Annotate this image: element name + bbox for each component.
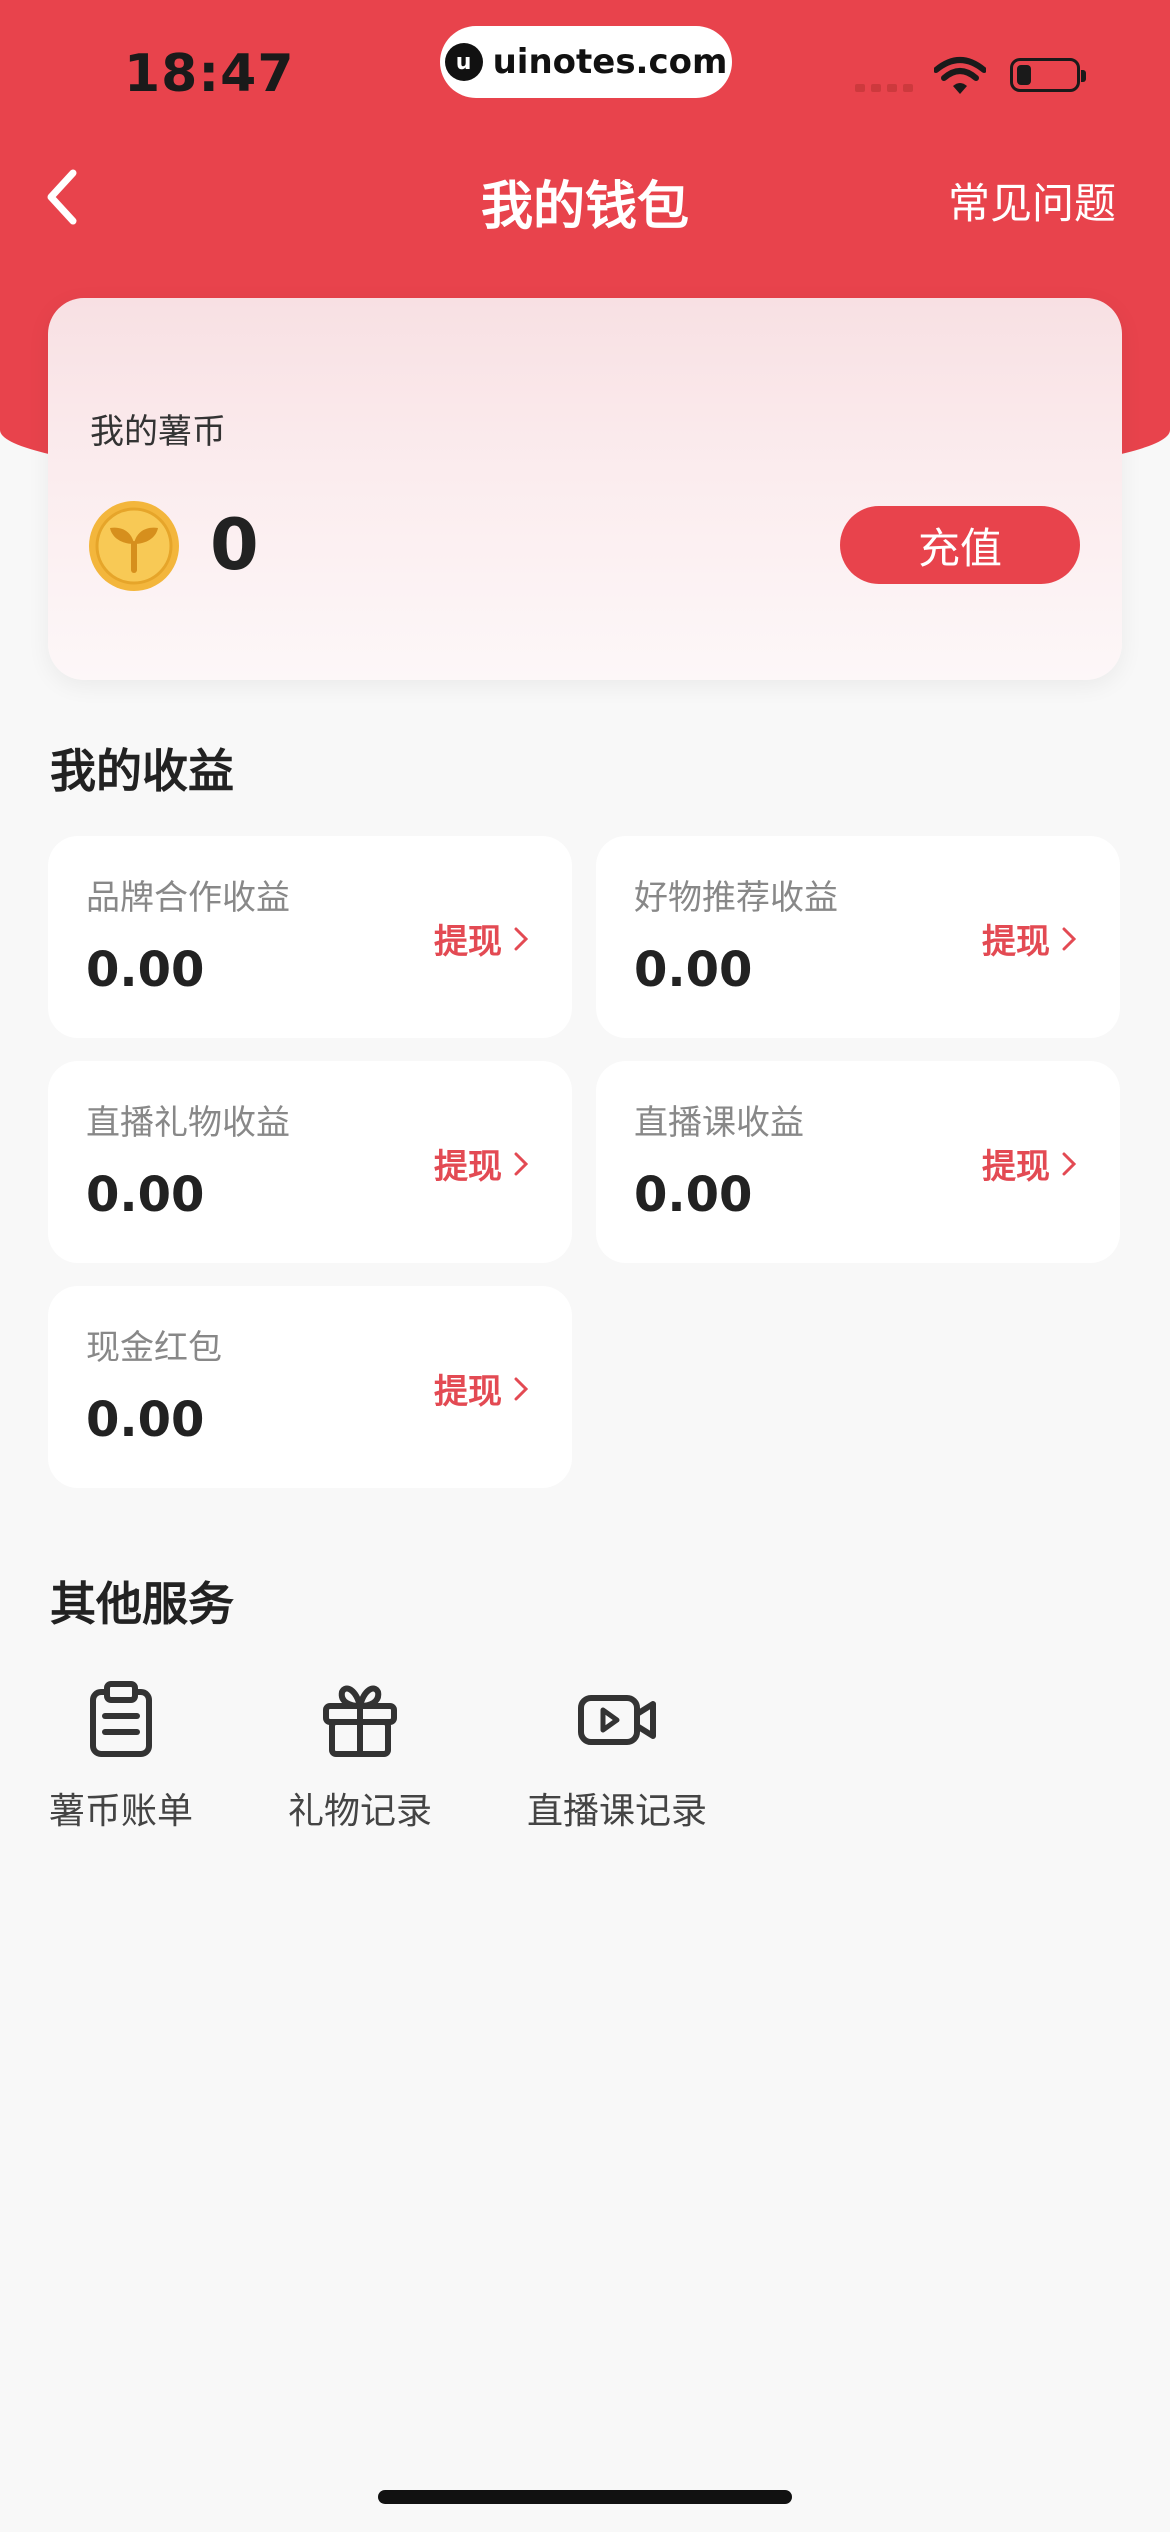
coin-icon: [89, 501, 179, 591]
coin-balance: 0: [210, 504, 259, 586]
earning-card-recommend: 好物推荐收益 0.00 提现: [596, 836, 1120, 1038]
recharge-button[interactable]: 充值: [840, 506, 1080, 584]
status-time: 18:47: [124, 44, 295, 104]
site-logo-icon: u: [444, 43, 483, 81]
earning-card-live-gift: 直播礼物收益 0.00 提现: [48, 1061, 572, 1263]
withdraw-button[interactable]: 提现: [434, 914, 528, 963]
earning-label: 直播礼物收益: [86, 1103, 290, 1143]
chevron-left-icon: [47, 169, 77, 225]
chevron-right-icon: [1062, 1152, 1076, 1175]
chevron-right-icon: [1062, 927, 1076, 950]
earning-label: 直播课收益: [634, 1103, 804, 1143]
withdraw-button[interactable]: 提现: [982, 914, 1076, 963]
earning-label: 好物推荐收益: [634, 878, 838, 918]
withdraw-label: 提现: [434, 922, 502, 962]
withdraw-button[interactable]: 提现: [982, 1139, 1076, 1188]
earning-label: 现金红包: [86, 1328, 222, 1368]
withdraw-label: 提现: [982, 922, 1050, 962]
withdraw-label: 提现: [982, 1147, 1050, 1187]
earnings-title: 我的收益: [50, 744, 234, 798]
service-label: 直播课记录: [526, 1791, 707, 1832]
wifi-icon: [934, 57, 986, 94]
service-label: 礼物记录: [287, 1791, 432, 1832]
url-pill[interactable]: u uinotes.com: [440, 26, 732, 98]
coin-label: 我的薯币: [90, 412, 226, 452]
earning-value: 0.00: [86, 942, 205, 998]
withdraw-button[interactable]: 提现: [434, 1364, 528, 1413]
earning-label: 品牌合作收益: [86, 878, 290, 918]
service-gift-record[interactable]: 礼物记录: [284, 1680, 436, 1834]
faq-link[interactable]: 常见问题: [948, 170, 1116, 231]
withdraw-label: 提现: [434, 1147, 502, 1187]
withdraw-button[interactable]: 提现: [434, 1139, 528, 1188]
clipboard-icon: [90, 1681, 152, 1757]
earning-card-cash-redpacket: 现金红包 0.00 提现: [48, 1286, 572, 1488]
earning-value: 0.00: [86, 1167, 205, 1223]
earning-value: 0.00: [634, 1167, 753, 1223]
service-label: 薯币账单: [48, 1791, 193, 1832]
chevron-right-icon: [514, 927, 528, 950]
url-text: uinotes.com: [492, 42, 728, 82]
video-icon: [578, 1695, 656, 1745]
chevron-right-icon: [514, 1152, 528, 1175]
coin-card: 我的薯币 0 充值: [48, 298, 1122, 680]
withdraw-label: 提现: [434, 1372, 502, 1412]
earning-value: 0.00: [86, 1392, 205, 1448]
signal-icon: [855, 84, 915, 92]
home-indicator[interactable]: [378, 2490, 792, 2504]
earning-card-live-course: 直播课收益 0.00 提现: [596, 1061, 1120, 1263]
service-coin-bill[interactable]: 薯币账单: [48, 1680, 194, 1834]
battery-icon: [1010, 58, 1086, 92]
services-title: 其他服务: [50, 1577, 234, 1631]
earning-value: 0.00: [634, 942, 753, 998]
service-live-course-record[interactable]: 直播课记录: [524, 1680, 710, 1834]
back-button[interactable]: [36, 164, 86, 230]
earning-card-brand: 品牌合作收益 0.00 提现: [48, 836, 572, 1038]
gift-icon: [323, 1685, 397, 1757]
chevron-right-icon: [514, 1377, 528, 1400]
